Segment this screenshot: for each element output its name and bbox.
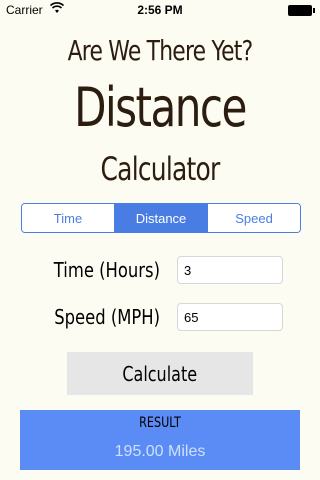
battery-icon [288,5,315,16]
speed-label: Speed (MPH) [54,305,160,329]
result-label: RESULT [139,415,181,431]
status-time: 2:56 PM [137,3,183,17]
result-panel: RESULT 195.00 Miles [20,410,300,470]
calculate-button[interactable]: Calculate [67,352,253,395]
segment-time[interactable]: Time [22,204,114,232]
title-line1: Are We There Yet? [67,34,254,67]
calculate-button-label: Calculate [122,361,198,386]
segment-distance[interactable]: Distance [114,204,207,232]
title-line3: Calculator [100,150,221,188]
segment-speed[interactable]: Speed [207,204,300,232]
time-label: Time (Hours) [53,258,160,282]
mode-segmented-control: Time Distance Speed [21,203,301,233]
time-input[interactable] [177,256,283,284]
title-line2: Distance [74,76,247,139]
status-bar: Carrier 2:56 PM [0,0,320,20]
result-value: 195.00 Miles [114,443,206,460]
speed-input[interactable] [177,303,283,331]
